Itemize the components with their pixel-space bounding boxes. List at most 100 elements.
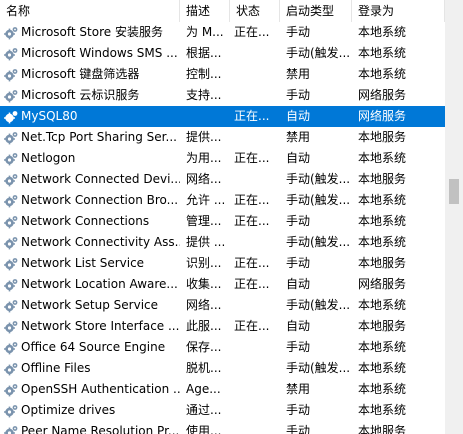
column-header: 名称 描述 状态 启动类型 登录为	[0, 0, 445, 22]
services-list-view[interactable]: 名称 描述 状态 启动类型 登录为 Microsoft Store 安装服务 为 …	[0, 0, 445, 434]
service-log-on-as: 本地系统	[358, 340, 407, 354]
service-status	[230, 400, 280, 421]
service-description: 收集...	[186, 277, 222, 291]
column-header-startup-type[interactable]: 启动类型	[280, 0, 352, 22]
service-name-cell: Office 64 Source Engine	[0, 337, 180, 358]
service-status	[230, 85, 280, 106]
service-name: Microsoft Store 安装服务	[21, 25, 163, 39]
service-row[interactable]: Network Connection Bro... 允许 ... 正在... 手动(触…	[0, 190, 445, 211]
service-row[interactable]: Network Setup Service 网络... 手动(触发... 本地系统	[0, 295, 445, 316]
service-status	[230, 43, 280, 64]
service-status	[230, 379, 280, 400]
service-description: 控制...	[186, 67, 222, 81]
service-row[interactable]: MySQL80 正在... 自动 网络服务	[0, 106, 445, 127]
service-log-on-as: 网络服务	[358, 277, 407, 291]
service-row[interactable]: Network Connected Devi... 网络... 手动(触发... 本地…	[0, 169, 445, 190]
service-name-cell: Network Store Interface ...	[0, 316, 180, 337]
service-status	[230, 169, 280, 190]
service-startup-type: 禁用	[286, 130, 311, 144]
service-row[interactable]: Net.Tcp Port Sharing Ser... 提供... 禁用 本地服务	[0, 127, 445, 148]
service-log-on-as: 本地系统	[358, 403, 407, 417]
service-name: Network Connection Bro...	[21, 193, 179, 207]
service-name: Microsoft 云标识服务	[21, 88, 140, 102]
service-row[interactable]: Microsoft Windows SMS ... 根据... 手动(触发... 本地…	[0, 43, 445, 64]
column-header-name[interactable]: 名称	[0, 0, 180, 22]
service-description: 提供...	[186, 130, 222, 144]
service-status	[230, 127, 280, 148]
service-status: 正在...	[234, 109, 270, 123]
gear-icon	[3, 319, 19, 335]
service-row[interactable]: Office 64 Source Engine 保存... 手动 本地系统	[0, 337, 445, 358]
column-header-log-on-as[interactable]: 登录为	[352, 0, 445, 22]
service-name: OpenSSH Authentication ...	[21, 382, 180, 396]
service-status: 正在...	[234, 277, 270, 291]
service-name: Network Setup Service	[21, 298, 159, 312]
gear-icon	[3, 403, 19, 419]
service-status: 正在...	[234, 256, 270, 270]
service-description: 网络...	[186, 298, 222, 312]
scrollbar-thumb[interactable]	[449, 179, 459, 204]
service-row[interactable]: Microsoft 键盘筛选器 控制... 禁用 本地系统	[0, 64, 445, 85]
gear-icon	[3, 235, 19, 251]
service-startup-type: 手动(触发...	[286, 361, 351, 375]
service-row[interactable]: Network Location Aware... 收集... 正在... 自动 网络服…	[0, 274, 445, 295]
service-name-cell: MySQL80	[0, 106, 180, 127]
service-row[interactable]: Peer Name Resolution Pr... 使用... 手动 本地服务	[0, 421, 445, 434]
service-row[interactable]: Network Connections 管理... 正在... 手动 本地系统	[0, 211, 445, 232]
service-status	[230, 295, 280, 316]
service-log-on-as: 本地系统	[358, 382, 407, 396]
service-row[interactable]: Network List Service 识别... 正在... 手动 本地服务	[0, 253, 445, 274]
column-header-description[interactable]: 描述	[180, 0, 230, 22]
service-log-on-as: 网络服务	[358, 109, 407, 123]
service-status	[230, 358, 280, 379]
service-log-on-as: 本地服务	[358, 130, 407, 144]
service-name-cell: Microsoft 云标识服务	[0, 85, 180, 106]
gear-icon	[3, 172, 19, 188]
service-status: 正在...	[234, 214, 270, 228]
service-row[interactable]: OpenSSH Authentication ... Age... 禁用 本地系统	[0, 379, 445, 400]
service-description: 网络...	[186, 172, 222, 186]
service-row[interactable]: Network Store Interface ... 此服... 正在... 自动 本…	[0, 316, 445, 337]
service-startup-type: 手动(触发...	[286, 235, 351, 249]
service-name: Optimize drives	[21, 403, 116, 417]
service-startup-type: 禁用	[286, 67, 311, 81]
service-row[interactable]: Microsoft 云标识服务 支持... 手动 网络服务	[0, 85, 445, 106]
gear-icon	[3, 88, 19, 104]
service-row[interactable]: Offline Files 脱机... 手动(触发... 本地系统	[0, 358, 445, 379]
service-startup-type: 手动	[286, 340, 311, 354]
service-startup-type: 手动(触发...	[286, 46, 351, 60]
service-startup-type: 禁用	[286, 382, 311, 396]
service-description: 保存...	[186, 340, 222, 354]
service-description: 此服...	[186, 319, 222, 333]
service-row[interactable]: Netlogon 为用... 正在... 自动 本地系统	[0, 148, 445, 169]
column-header-status[interactable]: 状态	[230, 0, 280, 22]
service-description: 脱机...	[186, 361, 222, 375]
service-name-cell: Optimize drives	[0, 400, 180, 421]
service-status: 正在...	[234, 319, 270, 333]
service-log-on-as: 本地系统	[358, 46, 407, 60]
service-startup-type: 手动(触发...	[286, 298, 351, 312]
service-log-on-as: 本地系统	[358, 151, 407, 165]
gear-icon	[3, 298, 19, 314]
service-description: 识别...	[186, 256, 222, 270]
service-row[interactable]: Optimize drives 通过... 手动 本地系统	[0, 400, 445, 421]
gear-icon	[3, 46, 19, 62]
service-name: MySQL80	[21, 109, 78, 123]
service-name-cell: OpenSSH Authentication ...	[0, 379, 180, 400]
gear-icon	[3, 214, 19, 230]
service-row[interactable]: Microsoft Store 安装服务 为 M... 正在... 手动 本地系统	[0, 22, 445, 43]
service-row[interactable]: Network Connectivity Ass... 提供 ... 手动(触发..…	[0, 232, 445, 253]
service-status	[230, 337, 280, 358]
vertical-scrollbar[interactable]	[445, 0, 463, 434]
service-name: Netlogon	[21, 151, 76, 165]
service-description: 允许 ...	[186, 193, 226, 207]
service-name: Offline Files	[21, 361, 91, 375]
service-startup-type: 手动	[286, 214, 311, 228]
service-description: 提供 ...	[186, 235, 226, 249]
service-description: 使用...	[186, 424, 222, 434]
service-startup-type: 手动	[286, 403, 311, 417]
service-status: 正在...	[234, 25, 270, 39]
service-log-on-as: 本地系统	[358, 214, 407, 228]
service-status: 正在...	[234, 193, 270, 207]
service-startup-type: 自动	[286, 277, 311, 291]
